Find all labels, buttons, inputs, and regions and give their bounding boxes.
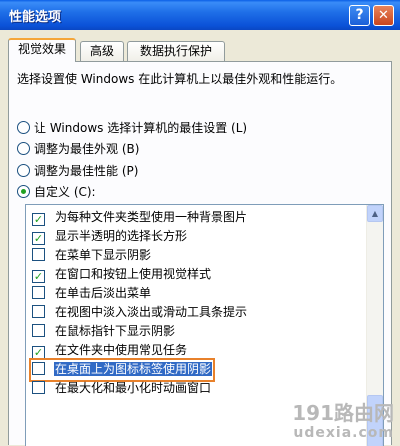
- radio-best-appearance[interactable]: 调整为最佳外观 (B): [17, 140, 139, 158]
- effect-item[interactable]: ✓ 显示半透明的选择长方形: [32, 228, 188, 246]
- effect-item[interactable]: ✓ 在文件夹中使用常见任务: [32, 342, 188, 360]
- window-title: 性能选项: [9, 10, 62, 25]
- checkbox-icon[interactable]: [32, 248, 45, 261]
- title-bar: 性能选项 ? ✕: [0, 0, 400, 30]
- scroll-up-arrow-icon[interactable]: ▲: [367, 205, 383, 222]
- radio-best-performance[interactable]: 调整为最佳性能 (P): [17, 162, 138, 180]
- help-icon: ?: [355, 7, 364, 23]
- radio-label: 让 Windows 选择计算机的最佳设置 (L): [34, 121, 248, 135]
- tab-advanced[interactable]: 高级: [80, 41, 124, 61]
- checkbox-icon[interactable]: ✓: [32, 346, 45, 359]
- radio-custom[interactable]: 自定义 (C):: [17, 183, 96, 201]
- radio-button-icon: [17, 142, 30, 155]
- close-icon: ✕: [378, 8, 389, 23]
- radio-label: 自定义 (C):: [34, 185, 96, 199]
- radio-let-windows-choose[interactable]: 让 Windows 选择计算机的最佳设置 (L): [17, 119, 247, 137]
- watermark-line-2: udexia.com: [293, 425, 394, 441]
- effect-item[interactable]: 在鼠标指针下显示阴影: [32, 323, 176, 341]
- close-button[interactable]: ✕: [373, 5, 394, 26]
- radio-button-icon: [17, 164, 30, 177]
- watermark-line-1: 191路由网: [292, 401, 394, 425]
- tab-data-execution-prevention[interactable]: 数据执行保护: [127, 41, 225, 61]
- checkbox-icon[interactable]: ✓: [32, 213, 45, 226]
- help-button[interactable]: ?: [349, 5, 370, 26]
- effect-item[interactable]: 在单击后淡出菜单: [32, 285, 152, 303]
- radio-button-icon: [17, 121, 30, 134]
- effect-item[interactable]: 在最大化和最小化时动画窗口: [32, 380, 212, 398]
- radio-button-selected-icon: [17, 185, 30, 198]
- checkbox-icon[interactable]: ✓: [32, 270, 45, 283]
- tab-visual-effects[interactable]: 视觉效果: [8, 38, 76, 62]
- checkbox-icon[interactable]: [32, 381, 45, 394]
- visual-effects-panel: 选择设置使 Windows 在此计算机上以最佳外观和性能运行。 让 Window…: [8, 61, 392, 446]
- radio-label: 调整为最佳性能 (P): [34, 164, 139, 178]
- effect-item[interactable]: ✓ 为每种文件夹类型使用一种背景图片: [32, 209, 248, 227]
- effect-item[interactable]: 在视图中淡入淡出或滑动工具条提示: [32, 304, 248, 322]
- radio-label: 调整为最佳外观 (B): [34, 142, 140, 156]
- checkbox-icon[interactable]: ✓: [32, 232, 45, 245]
- checkbox-icon[interactable]: [32, 305, 45, 318]
- checkbox-icon[interactable]: [32, 362, 45, 375]
- checkbox-icon[interactable]: [32, 324, 45, 337]
- effect-item-highlighted[interactable]: 在桌面上为图标标签使用阴影: [28, 358, 216, 382]
- description-text: 选择设置使 Windows 在此计算机上以最佳外观和性能运行。: [17, 72, 343, 86]
- effect-item[interactable]: 在菜单下显示阴影: [32, 247, 152, 265]
- effect-item[interactable]: ✓ 在窗口和按钮上使用视觉样式: [32, 266, 212, 284]
- watermark-logo: 191路由网 udexia.com: [292, 403, 394, 443]
- checkbox-icon[interactable]: [32, 286, 45, 299]
